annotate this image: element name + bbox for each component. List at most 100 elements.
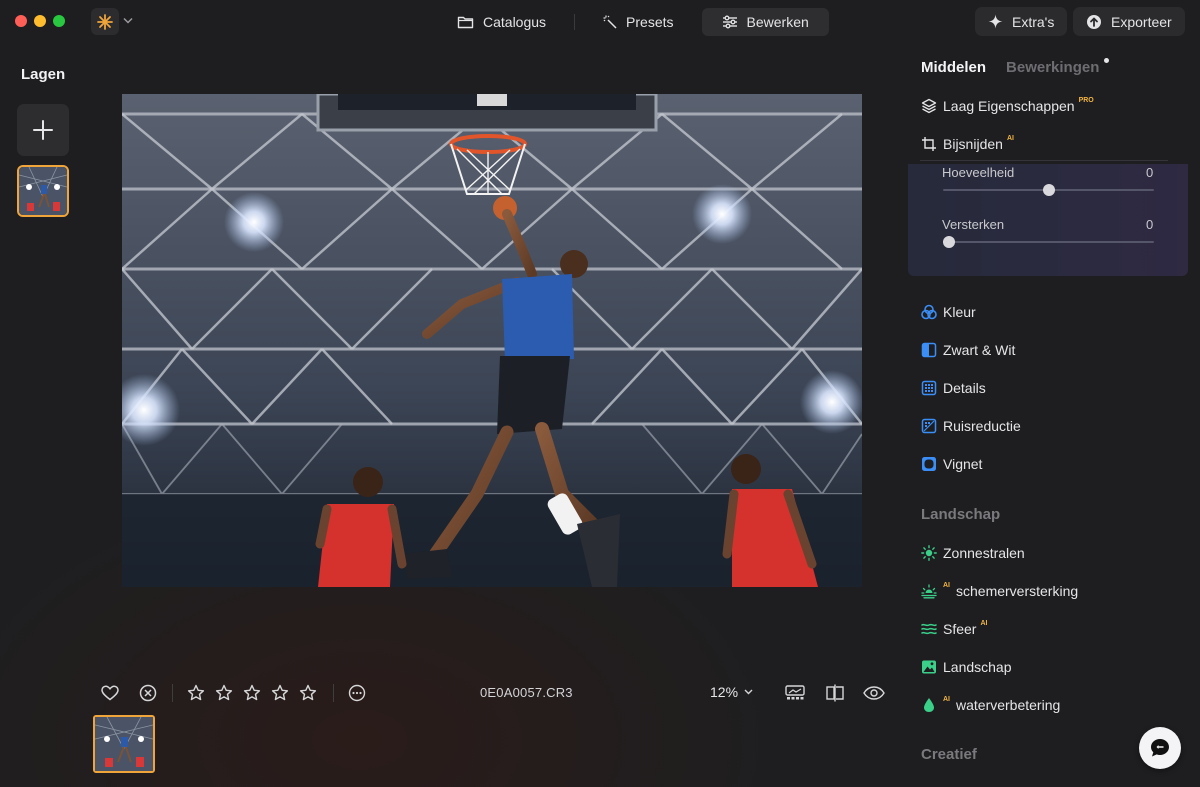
compare-split-icon <box>826 684 844 702</box>
tool-sun-rays-label: Zonnestralen <box>943 545 1025 561</box>
more-options-button[interactable] <box>347 682 367 704</box>
ai-badge: AI <box>980 619 988 627</box>
rating-star-5[interactable] <box>298 682 318 704</box>
extras-label: Extra's <box>1012 13 1055 30</box>
layers-stack-icon <box>921 98 937 114</box>
tab-bewerken[interactable]: Bewerken <box>701 7 829 36</box>
tool-black-white-label: Zwart & Wit <box>943 342 1016 358</box>
add-layer-button[interactable] <box>17 104 69 156</box>
chat-support-button[interactable] <box>1139 727 1181 769</box>
section-creative-title: Creatief <box>921 746 977 763</box>
crop-separator <box>920 160 1168 161</box>
filmstrip-icon <box>785 685 805 700</box>
zoom-window-button[interactable] <box>53 15 65 27</box>
toolbar-divider <box>333 684 334 702</box>
tool-crop[interactable]: Bijsnijden AI <box>921 133 1014 155</box>
title-bar: Catalogus Presets Bewerken Extra's Expor… <box>0 0 1200 44</box>
tool-black-white[interactable]: Zwart & Wit <box>921 339 1015 361</box>
details-grid-icon <box>921 380 937 396</box>
favorite-button[interactable] <box>100 682 120 704</box>
extras-button[interactable]: Extra's <box>975 7 1068 36</box>
reject-x-circle-icon <box>139 684 157 702</box>
chevron-down-icon <box>744 689 753 695</box>
filmstrip-thumbnail[interactable] <box>93 715 155 773</box>
app-menu-button[interactable] <box>91 8 119 35</box>
minimize-window-button[interactable] <box>34 15 46 27</box>
rating-star-1[interactable] <box>186 682 206 704</box>
waves-icon <box>921 623 937 635</box>
eye-icon <box>863 686 885 700</box>
reject-button[interactable] <box>138 682 158 704</box>
color-wheel-icon <box>921 304 937 320</box>
tool-noise-reduction[interactable]: Ruisreductie <box>921 415 1021 437</box>
compare-button[interactable] <box>824 682 846 704</box>
photo-canvas[interactable] <box>122 94 862 587</box>
tab-bewerkingen-label: Bewerkingen <box>1006 59 1100 76</box>
water-drop-icon <box>924 698 934 712</box>
filmstrip-toggle-button[interactable] <box>784 682 806 704</box>
heart-icon <box>101 685 119 701</box>
tool-details-label: Details <box>943 380 986 396</box>
zoom-level: 12% <box>710 684 739 700</box>
sparkle-icon <box>988 14 1003 29</box>
tab-catalogus[interactable]: Catalogus <box>437 8 566 36</box>
noise-icon <box>921 418 937 434</box>
tool-landscape[interactable]: Landschap <box>921 656 1012 678</box>
amount-slider-knob[interactable] <box>1042 184 1055 196</box>
ai-badge: AI <box>943 695 950 703</box>
close-window-button[interactable] <box>15 15 27 27</box>
chat-bubble-icon <box>1151 739 1169 757</box>
tool-color-label: Kleur <box>943 304 976 320</box>
tool-layer-properties[interactable]: Laag Eigenschappen PRO <box>921 95 1094 117</box>
app-menu-chevron-icon[interactable] <box>121 12 135 28</box>
tool-atmosphere-label: Sfeer <box>943 621 977 637</box>
export-button[interactable]: Exporteer <box>1073 7 1185 36</box>
toolbar-divider <box>172 684 173 702</box>
tool-noise-reduction-label: Ruisreductie <box>943 418 1021 434</box>
layer-thumbnail[interactable] <box>17 165 69 217</box>
sun-icon <box>921 545 937 561</box>
vignette-icon <box>922 457 936 471</box>
tab-divider <box>574 13 576 30</box>
tool-color[interactable]: Kleur <box>921 301 976 323</box>
section-landscape-title: Landschap <box>921 506 1001 523</box>
tab-middelen[interactable]: Middelen <box>921 59 986 76</box>
star-icon <box>187 684 205 701</box>
rating-star-4[interactable] <box>270 682 290 704</box>
tool-vignette-label: Vignet <box>943 456 983 472</box>
tab-presets-label: Presets <box>626 13 674 30</box>
export-upload-icon <box>1087 14 1101 29</box>
tool-golden-hour[interactable]: AI schemerversterking <box>921 580 1078 602</box>
tab-presets[interactable]: Presets <box>583 8 693 36</box>
tool-details[interactable]: Details <box>921 377 986 399</box>
tool-layer-properties-label: Laag Eigenschappen <box>943 98 1075 114</box>
tool-golden-hour-label: schemerversterking <box>956 583 1079 599</box>
app-logo-icon <box>97 13 113 30</box>
sliders-icon <box>722 15 737 28</box>
preview-eye-button[interactable] <box>863 682 885 704</box>
tab-bewerken-label: Bewerken <box>746 13 809 30</box>
star-icon <box>215 684 233 701</box>
rating-star-2[interactable] <box>214 682 234 704</box>
enhance-slider-label: Versterken <box>942 217 1005 232</box>
tool-sun-rays[interactable]: Zonnestralen <box>921 542 1025 564</box>
tool-atmosphere[interactable]: Sfeer AI <box>921 618 987 640</box>
basketball-photo <box>122 94 862 587</box>
enhance-slider-knob[interactable] <box>943 236 955 248</box>
black-white-icon <box>921 342 937 358</box>
amount-slider-value: 0 <box>1146 165 1154 180</box>
photo-toolbar: 0E0A0057.CR3 12% <box>90 680 890 706</box>
enhance-slider-track[interactable] <box>943 241 1154 243</box>
tool-vignette[interactable]: Vignet <box>921 453 982 475</box>
tab-bewerkingen[interactable]: Bewerkingen <box>1006 58 1110 76</box>
tool-water-enhance[interactable]: AI waterverbetering <box>921 694 1060 716</box>
photo-filename: 0E0A0057.CR3 <box>480 685 573 700</box>
tab-catalogus-label: Catalogus <box>483 13 547 30</box>
folder-icon <box>457 16 474 28</box>
zoom-dropdown[interactable]: 12% <box>710 684 753 700</box>
star-icon <box>299 684 317 701</box>
layers-title: Lagen <box>21 66 66 83</box>
export-label: Exporteer <box>1111 13 1172 30</box>
rating-star-3[interactable] <box>242 682 262 704</box>
tool-water-enhance-label: waterverbetering <box>956 697 1061 713</box>
